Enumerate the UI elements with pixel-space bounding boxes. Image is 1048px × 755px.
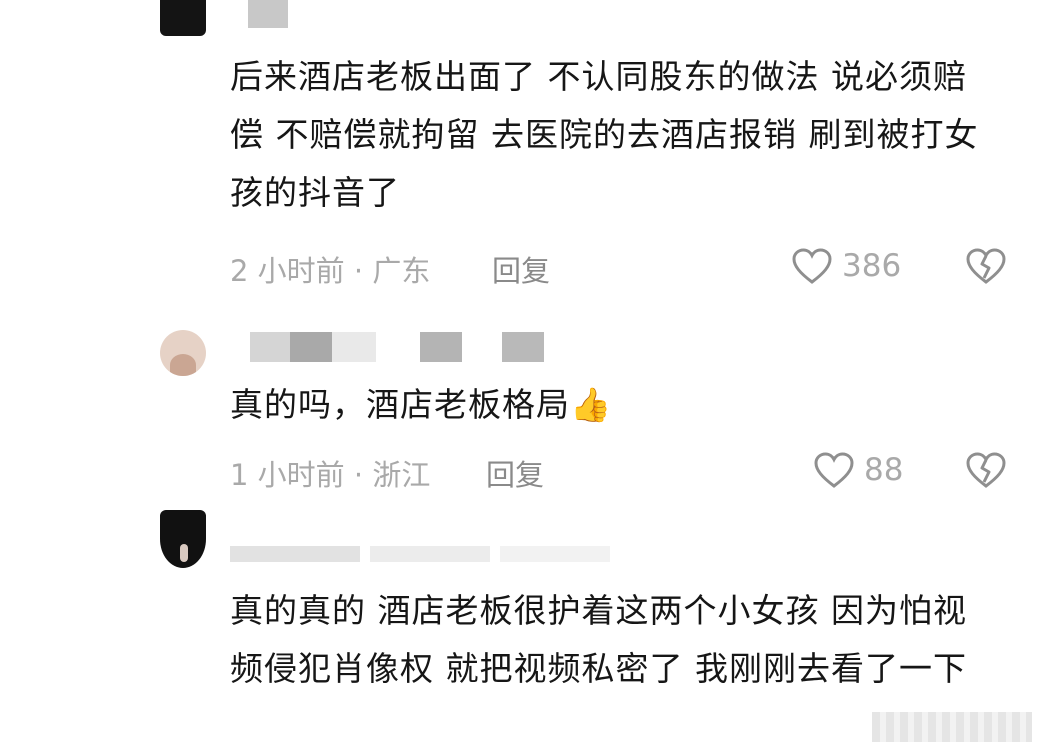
reply-button[interactable]: 回复 bbox=[492, 248, 550, 290]
avatar[interactable] bbox=[160, 0, 206, 36]
comment-text: 后来酒店老板出面了 不认同股东的做法 说必须赔偿 不赔偿就拘留 去医院的去酒店报… bbox=[230, 57, 979, 212]
avatar[interactable] bbox=[160, 510, 206, 568]
dislike-button[interactable] bbox=[964, 246, 1008, 286]
like-button[interactable]: 386 bbox=[790, 246, 901, 286]
dislike-button[interactable] bbox=[964, 450, 1008, 490]
comment-time-location: 2 小时前 · 广东 bbox=[230, 254, 431, 288]
avatar[interactable] bbox=[160, 330, 206, 376]
like-count: 88 bbox=[864, 452, 904, 488]
comment-meta: 2 小时前 · 广东 回复 386 bbox=[230, 246, 1020, 288]
watermark bbox=[872, 712, 1032, 742]
heart-outline-icon bbox=[792, 248, 832, 284]
comment-time-location: 1 小时前 · 浙江 bbox=[230, 458, 431, 492]
like-button[interactable]: 88 bbox=[812, 450, 903, 490]
heart-outline-icon bbox=[814, 452, 854, 488]
comment-meta: 1 小时前 · 浙江 回复 88 bbox=[230, 450, 1020, 492]
comment-item: 后来酒店老板出面了 不认同股东的做法 说必须赔偿 不赔偿就拘留 去医院的去酒店报… bbox=[0, 0, 1048, 300]
broken-heart-icon bbox=[966, 452, 1006, 488]
comment-text: 真的吗，酒店老板格局👍 bbox=[230, 385, 613, 424]
reply-button[interactable]: 回复 bbox=[486, 452, 544, 494]
comment-item: 真的吗，酒店老板格局👍 1 小时前 · 浙江 回复 88 bbox=[0, 320, 1048, 500]
comment-text: 真的真的 酒店老板很护着这两个小女孩 因为怕视频侵犯肖像权 就把视频私密了 我刚… bbox=[230, 591, 967, 688]
like-count: 386 bbox=[842, 248, 902, 284]
broken-heart-icon bbox=[966, 248, 1006, 284]
